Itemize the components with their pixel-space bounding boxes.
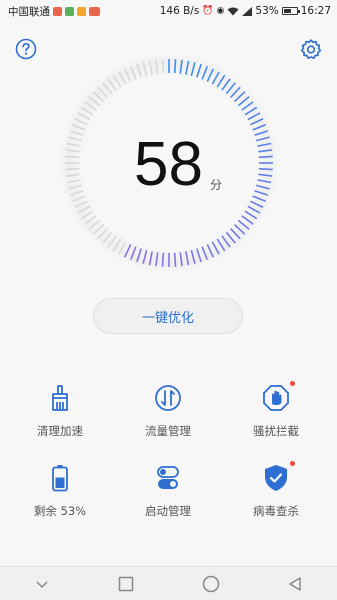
notification-app-icon [65,6,74,16]
notification-badge [290,381,295,386]
navigation-bar [0,566,337,600]
notification-app-icon [89,6,100,16]
battery-icon [45,463,75,493]
tool-clean-accelerate[interactable]: 清理加速 [10,383,110,439]
tool-battery[interactable]: 剩余 53% [10,463,110,519]
chevron-down-icon [36,580,48,588]
broom-icon [45,383,75,413]
gauge-tick-filled [173,252,177,267]
notification-app-icon [53,6,62,16]
home-button[interactable] [191,569,231,599]
tool-startup-manager[interactable]: 启动管理 [118,463,218,519]
status-bar: 中国联通 146 B/s ⏰ ◉ 53% 16:27 [0,0,337,22]
help-button[interactable] [15,38,37,60]
notification-badge [290,461,295,466]
gauge-tick-filled [173,59,177,74]
circle-icon [202,575,219,592]
tool-label: 流量管理 [145,424,191,438]
tool-label: 启动管理 [145,504,191,518]
net-speed-label: 146 B/s [159,5,200,17]
score-value: 58 [134,130,203,199]
startup-toggle-icon [153,463,183,493]
square-icon [119,576,134,591]
wifi-icon [227,7,239,15]
data-traffic-icon [153,383,183,413]
clock-label: 16:27 [300,5,331,17]
tool-label: 骚扰拦截 [253,424,299,438]
status-bar-left: 中国联通 [8,4,100,19]
recents-button[interactable] [106,569,146,599]
status-bar-right: 146 B/s ⏰ ◉ 53% 16:27 [160,5,331,17]
hand-block-icon [261,381,295,413]
gauge-tick-filled [161,252,165,267]
battery-icon [281,7,300,15]
gear-icon [300,39,322,60]
back-button[interactable] [275,569,315,599]
tool-label: 清理加速 [37,424,83,438]
carrier-label: 中国联通 [8,5,50,18]
alarm-icon: ⏰ [202,5,214,16]
triangle-back-icon [289,576,301,591]
tool-label: 剩余 53% [33,504,87,518]
battery-percent-label: 53% [255,5,279,17]
tool-harassment-block[interactable]: 骚扰拦截 [226,381,326,439]
one-click-optimize-button[interactable]: 一键优化 [93,298,243,334]
signal-icon [242,6,253,16]
shield-check-icon [261,461,295,493]
score-unit: 分 [210,178,223,192]
tool-label: 病毒查杀 [253,504,299,518]
hide-nav-button[interactable] [22,569,62,599]
notification-app-icon [77,6,86,16]
settings-button[interactable] [300,38,322,60]
gauge-tick-empty [161,59,165,74]
eye-icon: ◉ [216,5,225,16]
question-circle-icon [15,38,37,60]
tool-data-traffic[interactable]: 流量管理 [118,383,218,439]
tool-virus-scan[interactable]: 病毒查杀 [226,461,326,519]
